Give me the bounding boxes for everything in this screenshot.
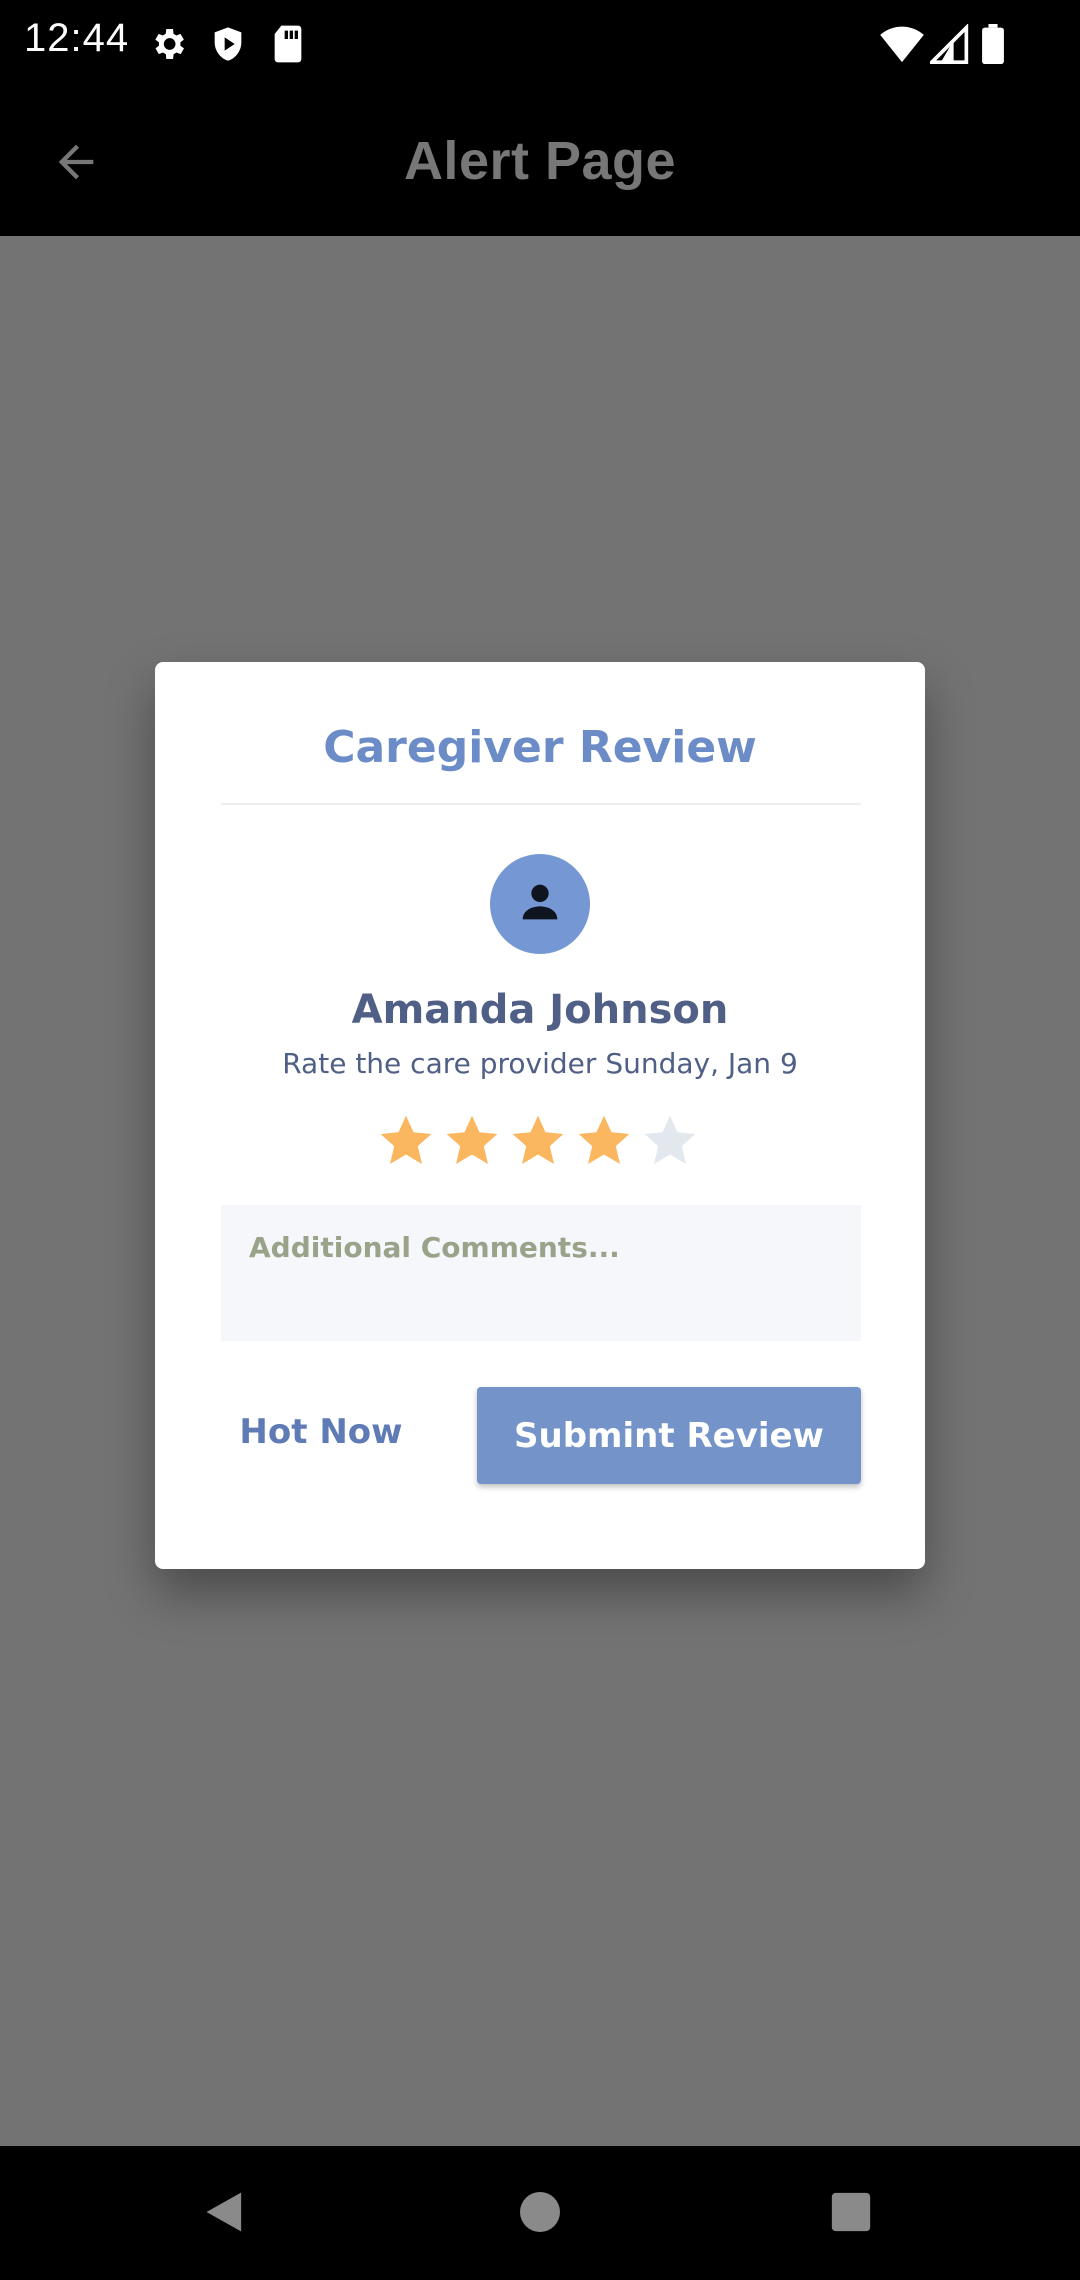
back-triangle-icon[interactable] <box>200 2186 252 2242</box>
page-title: Alert Page <box>403 131 677 191</box>
hot-now-button[interactable]: Hot Now <box>221 1387 421 1477</box>
app-bar: Alert Page <box>0 88 1080 236</box>
signal-icon <box>927 23 970 68</box>
recents-square-icon[interactable] <box>828 2186 874 2242</box>
star-filled-icon[interactable] <box>443 1112 501 1170</box>
review-dialog: Caregiver Review Amanda Johnson Rate the… <box>155 662 925 1569</box>
wifi-icon <box>880 24 924 68</box>
status-bar: 12:44 <box>0 0 1080 88</box>
battery-icon <box>982 24 1004 68</box>
settings-icon <box>148 24 188 68</box>
dialog-title: Caregiver Review <box>323 722 757 773</box>
avatar <box>490 854 590 954</box>
person-icon <box>514 876 566 932</box>
rating-prompt: Rate the care provider Sunday, Jan 9 <box>282 1047 798 1080</box>
star-empty-icon[interactable] <box>641 1112 699 1170</box>
shield-play-icon <box>208 24 248 68</box>
home-circle-icon[interactable] <box>516 2186 564 2242</box>
submit-review-button[interactable]: Submint Review <box>477 1387 861 1484</box>
navigation-bar <box>0 2146 1080 2280</box>
caregiver-name: Amanda Johnson <box>351 987 729 1033</box>
phone-screen: 12:44 Alert Page Caregiver Review Amanda… <box>0 0 1080 2280</box>
sd-card-icon <box>270 24 306 68</box>
title-divider <box>221 803 861 805</box>
comments-input[interactable] <box>221 1205 861 1341</box>
status-time: 12:44 <box>24 16 130 60</box>
star-filled-icon[interactable] <box>575 1112 633 1170</box>
star-filled-icon[interactable] <box>509 1112 567 1170</box>
star-rating <box>377 1112 707 1182</box>
star-filled-icon[interactable] <box>377 1112 435 1170</box>
